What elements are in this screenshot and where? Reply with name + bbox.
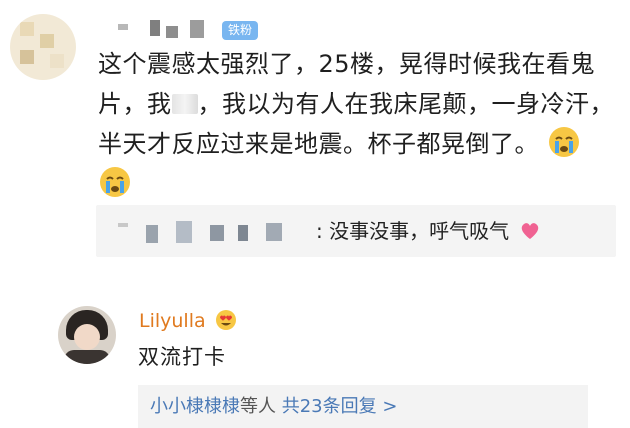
avatar[interactable] (10, 14, 76, 80)
fan-badge: 铁粉 (222, 21, 259, 40)
username-text[interactable]: Lilyulla (139, 310, 206, 332)
blurred-word (171, 94, 198, 114)
heart-icon (522, 223, 539, 239)
replies-summary-text: 小小棣棣棣等人 共23条回复 > (150, 394, 397, 420)
username-blurred[interactable] (118, 18, 218, 42)
username[interactable]: Lilyulla (139, 309, 237, 332)
crying-face-icon (100, 167, 130, 197)
view-replies-link[interactable]: 共23条回复 > (282, 396, 398, 417)
reply-username-blurred (118, 219, 314, 243)
crying-face-icon (549, 127, 580, 157)
reply-users-link[interactable]: 小小棣棣棣 (150, 396, 240, 417)
reply-text: : 没事没事，呼气吸气 (316, 219, 510, 243)
comment-body: 双流打卡 (138, 345, 226, 369)
avatar[interactable] (58, 306, 116, 364)
reply-preview[interactable]: : 没事没事，呼气吸气 (96, 205, 616, 257)
heart-eyes-icon (215, 310, 236, 330)
replies-middle: 等人 (240, 396, 282, 417)
reply-preview-text: : 没事没事，呼气吸气 (316, 215, 541, 247)
replies-summary[interactable]: 小小棣棣棣等人 共23条回复 > (138, 385, 588, 428)
